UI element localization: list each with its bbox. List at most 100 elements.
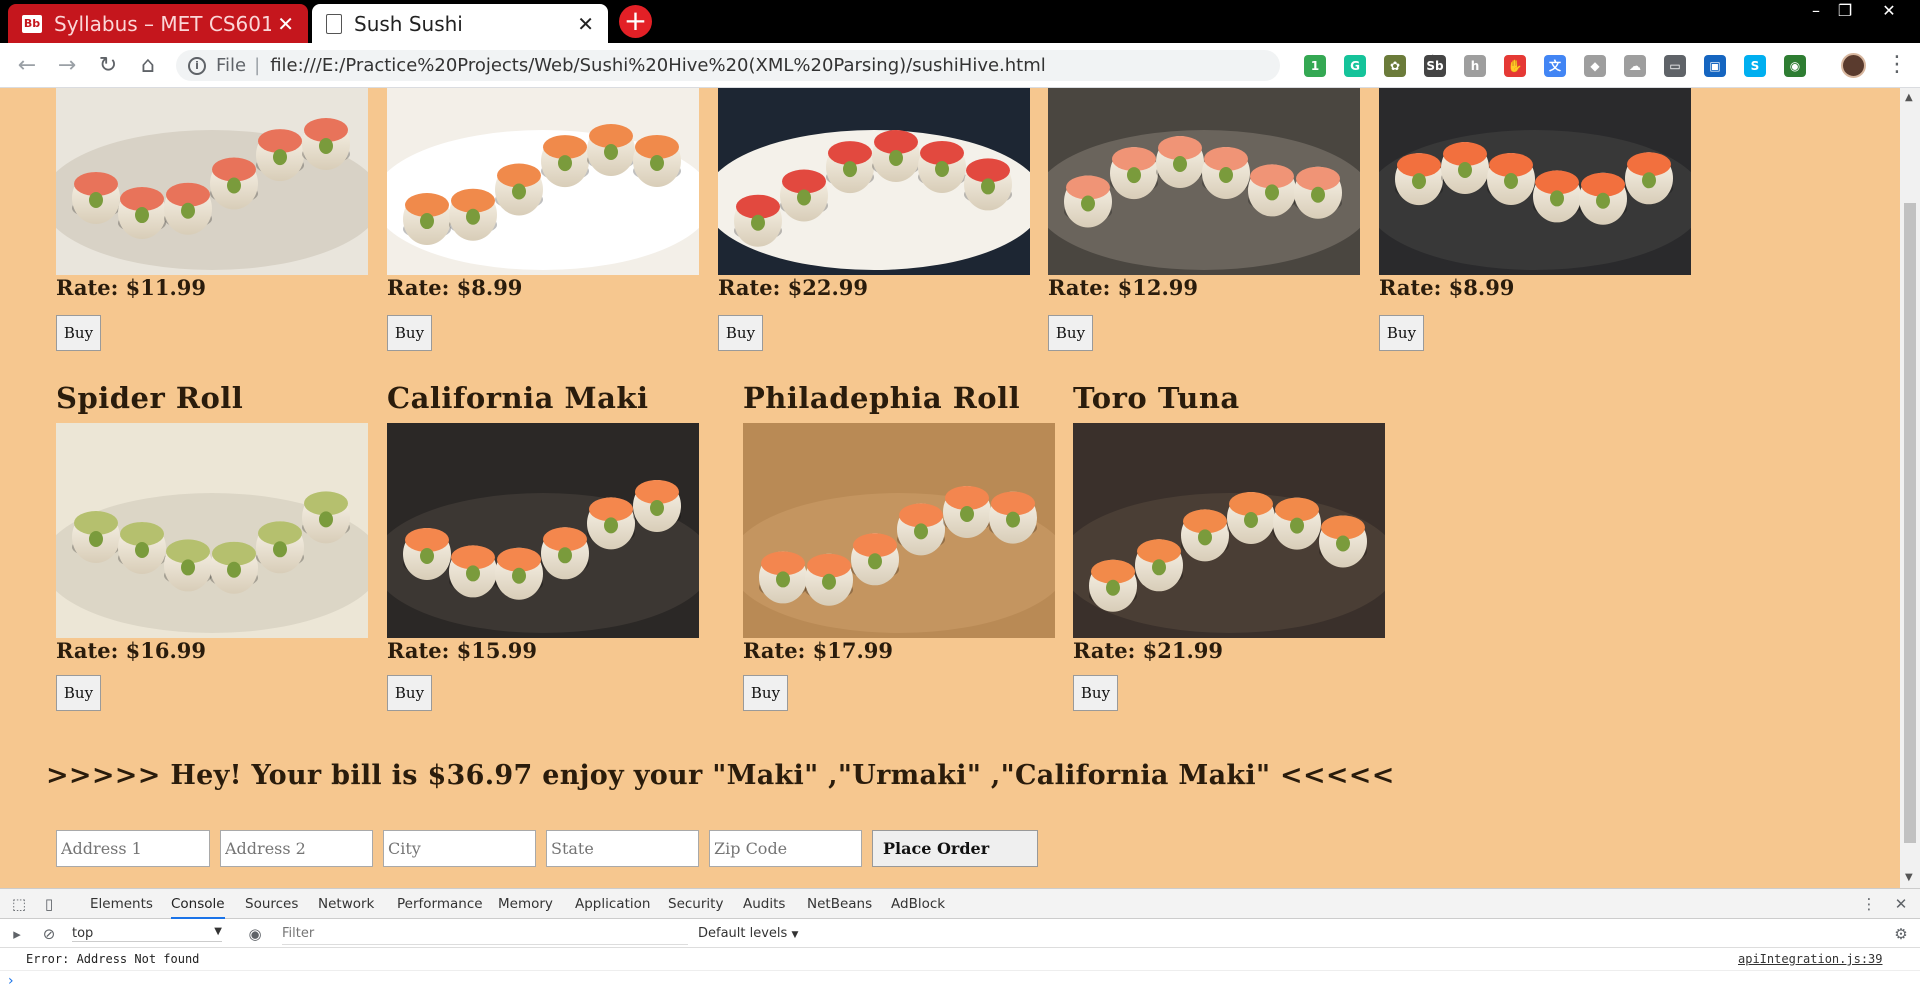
scroll-up-icon[interactable]: ▲ (1905, 92, 1913, 103)
zip-code-input[interactable] (709, 830, 862, 867)
devtools-tab-security[interactable]: Security (668, 889, 723, 919)
tab-sush-sushi[interactable]: Sush Sushi ✕ (312, 4, 608, 43)
log-levels-value: Default levels (698, 926, 788, 941)
devtools-tab-netbeans[interactable]: NetBeans (807, 889, 872, 919)
context-value: top (72, 926, 94, 941)
log-levels-select[interactable]: Default levels ▼ (698, 926, 798, 941)
grammarly-icon[interactable]: G (1344, 55, 1366, 77)
menu-item-rate: Rate: $22.99 (718, 275, 869, 300)
buy-button[interactable]: Buy (1073, 675, 1118, 711)
place-order-button[interactable]: Place Order (872, 830, 1038, 867)
buy-button[interactable]: Buy (1048, 315, 1093, 351)
page-viewport: Rate: $11.99 Buy Rate: $8.99 Buy Rate: $22… (0, 88, 1900, 888)
context-select[interactable]: top ▼ (72, 926, 222, 942)
devtools-tab-console[interactable]: Console (171, 889, 225, 919)
chevron-down-icon: ▼ (214, 926, 222, 937)
console-settings-icon[interactable]: ⚙ (1892, 925, 1910, 943)
eye-icon[interactable]: ◉ (246, 925, 264, 943)
sushi-photo (1073, 423, 1385, 638)
console-filter-input[interactable] (282, 923, 688, 945)
plant-icon[interactable]: ✿ (1384, 55, 1406, 77)
extension-badge-icon[interactable]: 1 (1304, 55, 1326, 77)
info-icon[interactable]: i (188, 56, 206, 75)
inspect-element-icon[interactable]: ⬚ (10, 895, 28, 913)
log-message: Error: Address Not found (26, 952, 200, 966)
cube-icon[interactable]: ◆ (1584, 55, 1606, 77)
console-toolbar: ▸ ⊘ top ▼ ◉ Default levels ▼ ⚙ (0, 920, 1920, 948)
address-bar[interactable]: i File | file:///E:/Practice%20Projects/… (176, 50, 1443, 81)
url-text[interactable]: file:///E:/Practice%20Projects/Web/Sushi… (270, 55, 1046, 76)
clear-console-icon[interactable]: ⊘ (40, 925, 58, 943)
page-scrollbar[interactable]: ▲ ▼ (1900, 88, 1920, 888)
browser-menu-icon[interactable]: ⋮ (1886, 52, 1908, 77)
devtools-tab-audits[interactable]: Audits (743, 889, 785, 919)
restore-icon[interactable]: ❐ (1832, 0, 1858, 22)
scrollbar-thumb[interactable] (1904, 203, 1916, 843)
address1-input[interactable] (56, 830, 210, 867)
cast-icon[interactable]: ▭ (1664, 55, 1686, 77)
buy-button[interactable]: Buy (387, 675, 432, 711)
profile-avatar[interactable] (1841, 53, 1866, 78)
reload-icon[interactable]: ↻ (94, 52, 122, 80)
sushi-photo (56, 88, 368, 275)
page-icon (326, 13, 342, 34)
state-input[interactable] (546, 830, 699, 867)
devtools-tab-memory[interactable]: Memory (498, 889, 553, 919)
scheme-label: File (216, 55, 247, 76)
cloud-icon[interactable]: ☁ (1624, 55, 1646, 77)
log-source-link[interactable]: apiIntegration.js:39 (1738, 952, 1883, 966)
devtools-tab-sources[interactable]: Sources (245, 889, 298, 919)
sb-icon[interactable]: Sb (1424, 55, 1446, 77)
devtools-tab-elements[interactable]: Elements (90, 889, 153, 919)
devtools-menu-icon[interactable]: ⋮ (1860, 895, 1878, 913)
buy-button[interactable]: Buy (56, 315, 101, 351)
device-toggle-icon[interactable]: ▯ (40, 895, 58, 913)
close-icon[interactable]: ✕ (577, 12, 594, 36)
blackboard-icon: Bb (22, 14, 42, 33)
browser-title-bar: Bb Syllabus – MET CS601 A ✕ Sush Sushi ✕… (0, 0, 1920, 43)
buy-button[interactable]: Buy (387, 315, 432, 351)
sushi-photo (1379, 88, 1691, 275)
bill-message: >>>>> Hey! Your bill is $36.97 enjoy you… (46, 760, 1395, 791)
sushi-photo (1048, 88, 1360, 275)
menu-item-rate: Rate: $8.99 (1379, 275, 1515, 300)
tab-title: Sush Sushi (354, 11, 463, 36)
menu-item-rate: Rate: $21.99 (1073, 638, 1224, 663)
home-icon[interactable]: ⌂ (134, 52, 162, 80)
forward-icon[interactable]: → (53, 52, 81, 80)
sidebar-toggle-icon[interactable]: ▸ (8, 925, 26, 943)
back-icon[interactable]: ← (13, 52, 41, 80)
puzzle-icon[interactable]: h (1464, 55, 1486, 77)
devtools-panel: ⬚ ▯ Elements Console Sources Network Perform… (0, 888, 1920, 996)
sushi-photo (743, 423, 1055, 638)
sushi-photo (387, 423, 724, 638)
menu-item-rate: Rate: $16.99 (56, 638, 207, 663)
console-prompt[interactable]: › (8, 973, 14, 989)
tab-syllabus[interactable]: Bb Syllabus – MET CS601 A ✕ (8, 4, 308, 43)
adblock-icon[interactable]: ✋ (1504, 55, 1526, 77)
devtools-tab-network[interactable]: Network (318, 889, 374, 919)
sushi-photo (56, 423, 368, 638)
devtools-tab-adblock[interactable]: AdBlock (891, 889, 945, 919)
sushi-photo (387, 88, 699, 275)
buy-button[interactable]: Buy (718, 315, 763, 351)
minimize-icon[interactable]: – (1803, 0, 1829, 22)
buy-button[interactable]: Buy (1379, 315, 1424, 351)
buy-button[interactable]: Buy (743, 675, 788, 711)
devtools-close-icon[interactable]: ✕ (1892, 895, 1910, 913)
skype-icon[interactable]: S (1744, 55, 1766, 77)
new-tab-button[interactable]: + (619, 5, 652, 38)
devtools-tab-application[interactable]: Application (575, 889, 650, 919)
devtools-tab-performance[interactable]: Performance (397, 889, 483, 919)
close-window-icon[interactable]: ✕ (1876, 0, 1902, 22)
city-input[interactable] (383, 830, 536, 867)
buy-button[interactable]: Buy (56, 675, 101, 711)
globe-icon[interactable]: ◉ (1784, 55, 1806, 77)
menu-item-rate: Rate: $11.99 (56, 275, 207, 300)
close-icon[interactable]: ✕ (277, 12, 294, 36)
screen-icon[interactable]: ▣ (1704, 55, 1726, 77)
address2-input[interactable] (220, 830, 373, 867)
console-log-entry: Error: Address Not found apiIntegration.… (0, 949, 1920, 971)
translate-icon[interactable]: 文 (1544, 55, 1566, 77)
scroll-down-icon[interactable]: ▼ (1905, 872, 1913, 883)
